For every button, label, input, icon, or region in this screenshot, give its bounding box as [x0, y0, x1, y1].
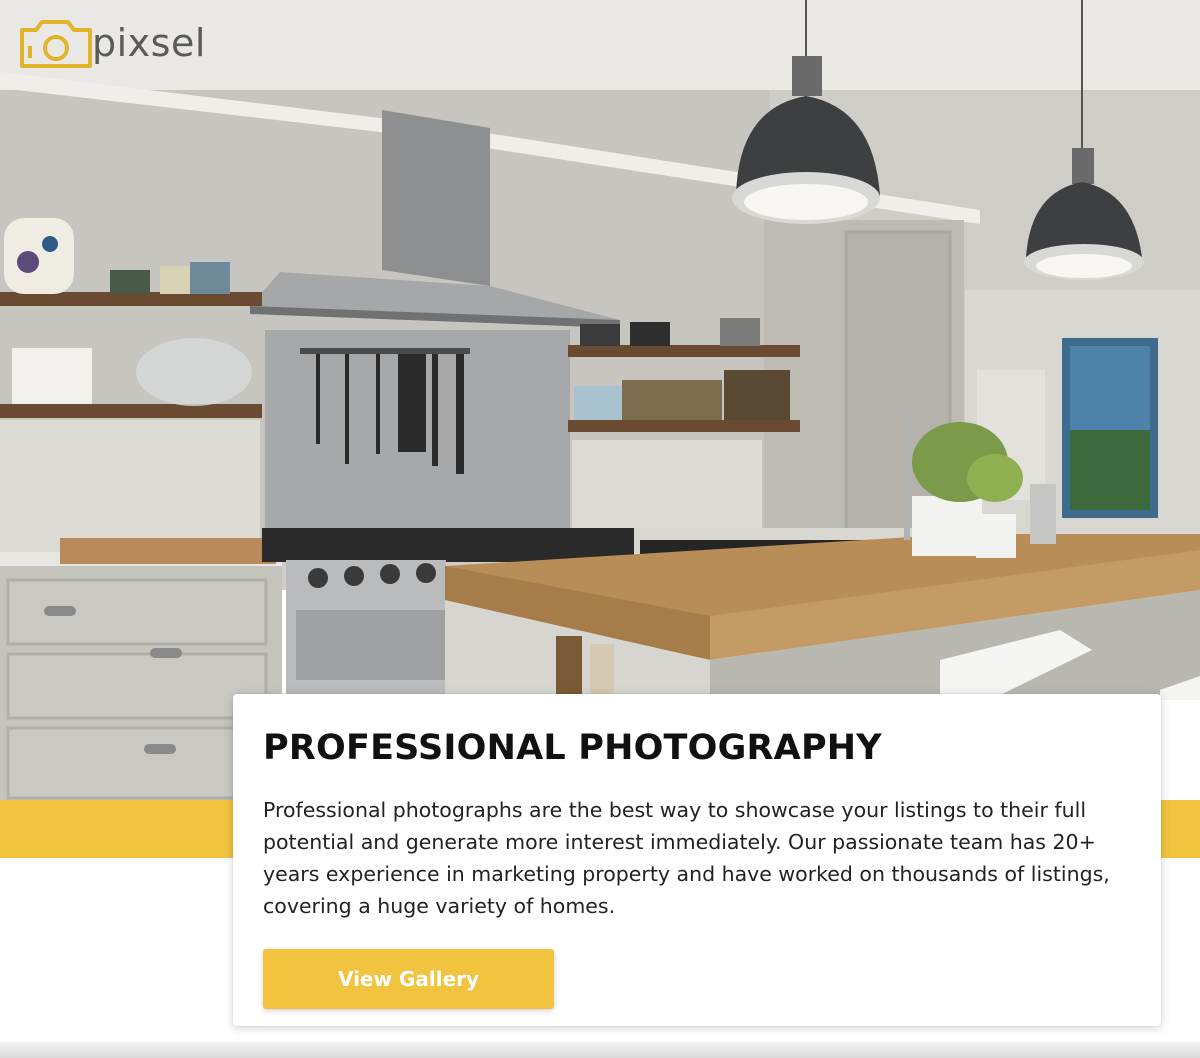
feature-card: PROFESSIONAL PHOTOGRAPHY Professional ph… — [233, 694, 1161, 1026]
brand-name: pixsel — [92, 21, 206, 65]
card-title: PROFESSIONAL PHOTOGRAPHY — [263, 728, 882, 768]
view-gallery-button[interactable]: View Gallery — [263, 949, 554, 1009]
brand-logo[interactable]: pixsel — [16, 16, 206, 74]
card-description: Professional photographs are the best wa… — [263, 798, 1110, 918]
camera-icon — [20, 20, 92, 68]
bottom-shade — [0, 1042, 1200, 1058]
